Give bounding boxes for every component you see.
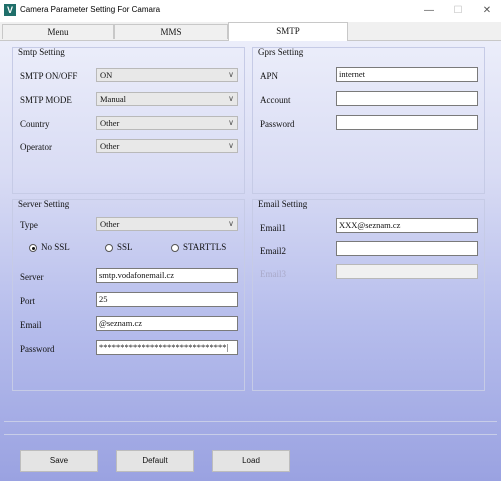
email-setting-group: Email Setting Email1 XXX@seznam.cz Email…: [252, 199, 485, 391]
smtp-setting-title: Smtp Setting: [18, 47, 65, 57]
smtp-mode-value: Manual: [100, 94, 126, 104]
smtp-onoff-select[interactable]: ON ∨: [96, 68, 238, 82]
smtp-onoff-value: ON: [100, 70, 113, 80]
operator-value: Other: [100, 141, 120, 151]
starttls-label: STARTTLS: [183, 242, 227, 252]
server-password-input[interactable]: ******************************|: [96, 340, 238, 355]
operator-label: Operator: [20, 142, 52, 152]
email3-input: [336, 264, 478, 279]
tab-smtp[interactable]: SMTP: [228, 22, 348, 41]
app-icon: V: [4, 4, 16, 16]
email-label: Email: [20, 320, 42, 330]
country-select[interactable]: Other ∨: [96, 116, 238, 130]
account-label: Account: [260, 95, 291, 105]
country-value: Other: [100, 118, 120, 128]
client-area: Menu MMS SMTP Smtp Setting SMTP ON/OFF O…: [0, 22, 501, 481]
apn-label: APN: [260, 71, 279, 81]
save-button[interactable]: Save: [20, 450, 98, 472]
title-bar: V Camera Parameter Setting For Camara — …: [0, 0, 501, 23]
divider: [4, 421, 497, 422]
gprs-password-label: Password: [260, 119, 295, 129]
gprs-password-input[interactable]: [336, 115, 478, 130]
email-input[interactable]: @seznam.cz: [96, 316, 238, 331]
smtp-mode-select[interactable]: Manual ∨: [96, 92, 238, 106]
email1-label: Email1: [260, 223, 286, 233]
divider: [4, 434, 497, 435]
tab-menu[interactable]: Menu: [2, 24, 114, 39]
smtp-onoff-label: SMTP ON/OFF: [20, 71, 78, 81]
load-button[interactable]: Load: [212, 450, 290, 472]
server-input[interactable]: smtp.vodafonemail.cz: [96, 268, 238, 283]
type-label: Type: [20, 220, 38, 230]
no-ssl-label: No SSL: [41, 242, 70, 252]
server-setting-group: Server Setting Type Other ∨ No SSL SSL S…: [12, 199, 245, 391]
smtp-setting-group: Smtp Setting SMTP ON/OFF ON ∨ SMTP MODE …: [12, 47, 245, 194]
port-input[interactable]: 25: [96, 292, 238, 307]
starttls-radio[interactable]: [171, 244, 179, 252]
server-label: Server: [20, 272, 44, 282]
server-setting-title: Server Setting: [18, 199, 70, 209]
server-password-label: Password: [20, 344, 55, 354]
email-setting-title: Email Setting: [258, 199, 308, 209]
port-label: Port: [20, 296, 36, 306]
chevron-down-icon: ∨: [228, 118, 234, 127]
smtp-mode-label: SMTP MODE: [20, 95, 72, 105]
no-ssl-radio[interactable]: [29, 244, 37, 252]
gprs-setting-title: Gprs Setting: [258, 47, 304, 57]
minimize-button[interactable]: —: [414, 0, 444, 22]
server-type-select[interactable]: Other ∨: [96, 217, 238, 231]
country-label: Country: [20, 119, 50, 129]
email1-input[interactable]: XXX@seznam.cz: [336, 218, 478, 233]
window-title: Camera Parameter Setting For Camara: [20, 5, 161, 14]
maximize-button[interactable]: ☐: [443, 0, 473, 22]
tab-mms[interactable]: MMS: [114, 24, 228, 39]
account-input[interactable]: [336, 91, 478, 106]
chevron-down-icon: ∨: [228, 141, 234, 150]
email2-input[interactable]: [336, 241, 478, 256]
tab-bar: Menu MMS SMTP: [0, 22, 501, 41]
email3-label: Email3: [260, 269, 286, 279]
operator-select[interactable]: Other ∨: [96, 139, 238, 153]
chevron-down-icon: ∨: [228, 70, 234, 79]
server-type-value: Other: [100, 219, 120, 229]
ssl-label: SSL: [117, 242, 133, 252]
chevron-down-icon: ∨: [228, 219, 234, 228]
chevron-down-icon: ∨: [228, 94, 234, 103]
ssl-radio[interactable]: [105, 244, 113, 252]
gprs-setting-group: Gprs Setting APN internet Account Passwo…: [252, 47, 485, 194]
apn-input[interactable]: internet: [336, 67, 478, 82]
close-button[interactable]: ✕: [472, 0, 501, 22]
email2-label: Email2: [260, 246, 286, 256]
default-button[interactable]: Default: [116, 450, 194, 472]
